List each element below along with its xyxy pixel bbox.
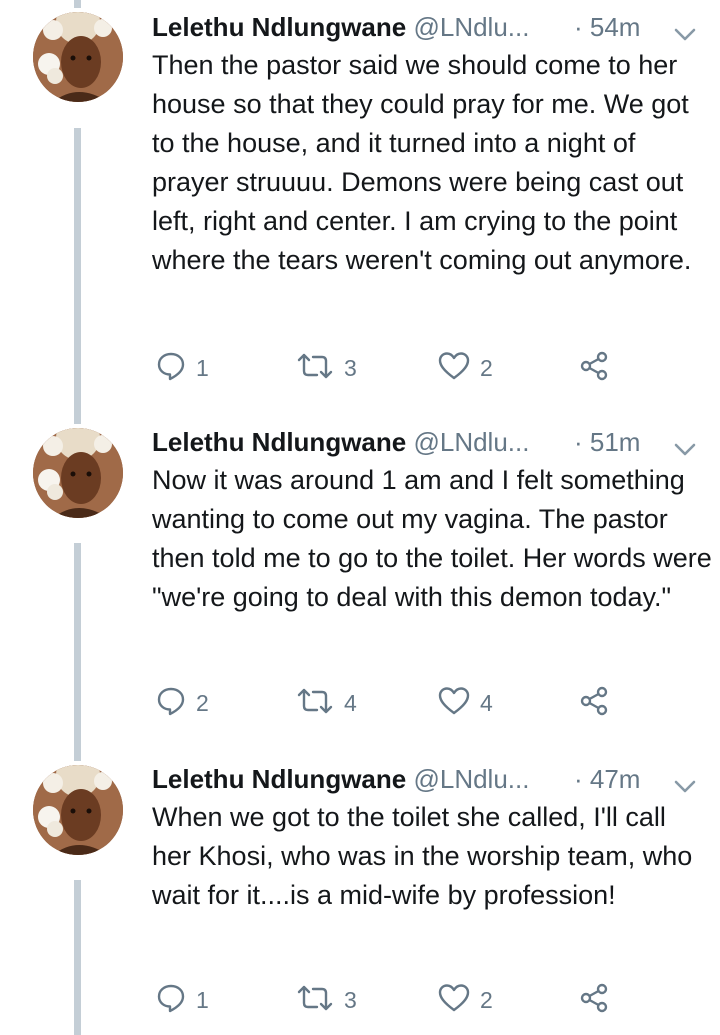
display-name[interactable]: Lelethu Ndlungwane (152, 764, 406, 794)
user-handle[interactable]: @LNdlu... (413, 764, 529, 794)
share-icon (578, 685, 610, 722)
tweet-actions: 1 3 2 (152, 980, 672, 1020)
heart-icon (438, 983, 470, 1018)
display-name[interactable]: Lelethu Ndlungwane (152, 427, 406, 457)
tweet[interactable]: Lelethu Ndlungwane @LNdlu... · 47m When … (0, 762, 720, 1035)
like-count: 4 (480, 689, 493, 716)
reply-icon (156, 983, 186, 1018)
heart-icon (438, 351, 470, 386)
tweet-text: Now it was around 1 am and I felt someth… (152, 465, 712, 612)
display-name[interactable]: Lelethu Ndlungwane (152, 12, 406, 42)
reply-count: 2 (196, 689, 209, 716)
like-button[interactable]: 2 (438, 980, 493, 1020)
like-button[interactable]: 2 (438, 348, 493, 388)
heart-icon (438, 686, 470, 721)
reply-icon (156, 351, 186, 386)
reply-button[interactable]: 1 (156, 348, 209, 388)
timestamp[interactable]: · 54m (574, 10, 640, 44)
retweet-count: 3 (344, 354, 357, 381)
timestamp[interactable]: · 51m (574, 425, 640, 459)
share-button[interactable] (578, 980, 610, 1020)
reply-icon (156, 686, 186, 721)
retweet-count: 4 (344, 689, 357, 716)
retweet-button[interactable]: 4 (296, 683, 357, 723)
thread-line (74, 0, 81, 8)
tweet-header: Lelethu Ndlungwane @LNdlu... · 54m (152, 10, 712, 44)
share-icon (578, 350, 610, 387)
share-button[interactable] (578, 683, 610, 723)
reply-count: 1 (196, 986, 209, 1013)
tweet-text: Then the pastor said we should come to h… (152, 50, 692, 275)
tweet-actions: 2 4 4 (152, 683, 672, 723)
retweet-count: 3 (344, 986, 357, 1013)
reply-button[interactable]: 2 (156, 683, 209, 723)
avatar[interactable] (33, 428, 123, 518)
like-count: 2 (480, 354, 493, 381)
avatar[interactable] (33, 765, 123, 855)
avatar[interactable] (33, 12, 123, 102)
tweet-actions: 1 3 2 (152, 348, 672, 388)
user-handle[interactable]: @LNdlu... (413, 427, 529, 457)
reply-button[interactable]: 1 (156, 980, 209, 1020)
retweet-icon (296, 983, 334, 1018)
tweet-header: Lelethu Ndlungwane @LNdlu... · 51m (152, 425, 712, 459)
share-button[interactable] (578, 348, 610, 388)
retweet-icon (296, 686, 334, 721)
retweet-icon (296, 351, 334, 386)
like-button[interactable]: 4 (438, 683, 493, 723)
user-handle[interactable]: @LNdlu... (413, 12, 529, 42)
tweet-text: When we got to the toilet she called, I'… (152, 802, 693, 910)
retweet-button[interactable]: 3 (296, 348, 357, 388)
tweet[interactable]: Lelethu Ndlungwane @LNdlu... · 54m Then … (0, 10, 720, 410)
tweet-header: Lelethu Ndlungwane @LNdlu... · 47m (152, 762, 712, 796)
like-count: 2 (480, 986, 493, 1013)
retweet-button[interactable]: 3 (296, 980, 357, 1020)
share-icon (578, 982, 610, 1019)
reply-count: 1 (196, 354, 209, 381)
timestamp[interactable]: · 47m (574, 762, 640, 796)
tweet[interactable]: Lelethu Ndlungwane @LNdlu... · 51m Now i… (0, 425, 720, 745)
